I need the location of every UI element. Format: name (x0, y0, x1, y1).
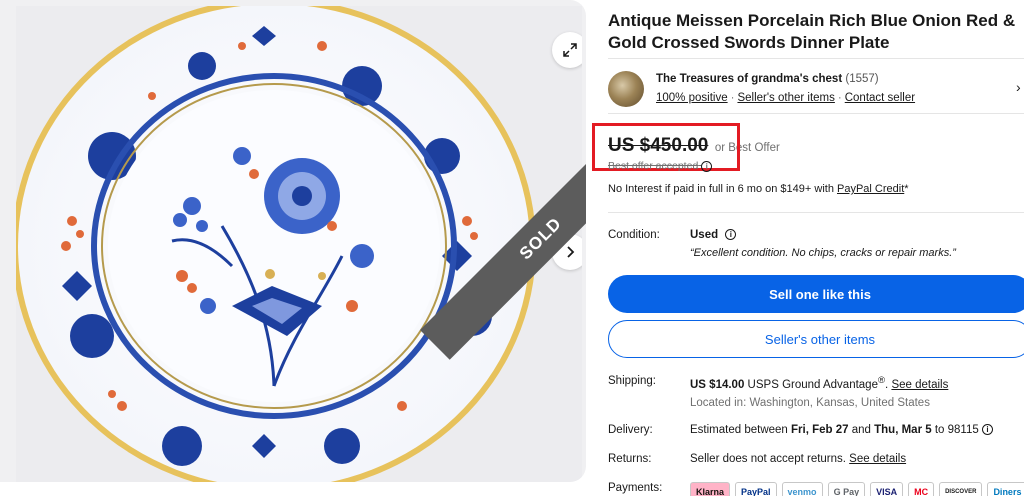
chevron-right-icon (567, 246, 575, 258)
shipping-see-details-link[interactable]: See details (891, 379, 948, 391)
shipping-label: Shipping: (608, 375, 656, 387)
expand-image-button[interactable] (552, 32, 582, 68)
plate-photo (16, 6, 536, 482)
shipping-value: US $14.00 USPS Ground Advantage®. See de… (690, 375, 948, 391)
item-price: US $450.00 (608, 135, 709, 156)
section-divider (608, 212, 1024, 213)
seller-name-line: The Treasures of grandma's chest (1557) (656, 73, 879, 85)
listing-details: Antique Meissen Porcelain Rich Blue Onio… (592, 0, 1024, 496)
delivery-prefix: Estimated between (690, 424, 792, 436)
payments-label: Payments: (608, 482, 663, 494)
main-image-frame[interactable] (16, 6, 582, 482)
discover-badge: DISCOVER (939, 482, 983, 496)
returns-see-details-link[interactable]: See details (849, 453, 906, 465)
chevron-right-icon[interactable]: › (1016, 79, 1021, 95)
condition-value: Used i (690, 229, 737, 241)
returns-text: Seller does not accept returns. (690, 453, 850, 465)
shipping-cost: US $14.00 (690, 378, 745, 391)
seller-feedback-count: (1557) (845, 73, 879, 85)
asterisk: * (904, 183, 909, 195)
separator-dot: · (730, 92, 735, 104)
payment-methods: Klarna PayPal venmo G Pay VISA MC DISCOV… (690, 482, 1024, 496)
delivery-value: Estimated between Fri, Feb 27 and Thu, M… (690, 424, 993, 436)
info-icon[interactable]: i (725, 229, 737, 241)
seller-links: 100% positive · Seller's other items · Conta… (656, 92, 915, 104)
financing-text: No Interest if paid in full in 6 mo on $… (608, 183, 909, 195)
seller-card[interactable]: The Treasures of grandma's chest (1557) … (608, 58, 1024, 114)
separator-dot: · (837, 92, 842, 104)
paypal-badge: PayPal (735, 482, 777, 496)
condition-note: “Excellent condition. No chips, cracks o… (690, 247, 956, 259)
image-gallery: SOLD (0, 0, 586, 482)
delivery-suffix: to 98115 (931, 424, 982, 436)
visa-badge: VISA (870, 482, 904, 496)
interest-text: No Interest if paid in full in 6 mo on $… (608, 183, 837, 195)
gpay-badge: G Pay (827, 482, 866, 496)
expand-arrows-icon (563, 43, 577, 57)
seller-other-items-link[interactable]: Seller's other items (737, 92, 834, 104)
shipping-service: USPS Ground Advantage (744, 378, 878, 391)
seller-other-items-button[interactable]: Seller's other items (608, 320, 1024, 358)
mastercard-badge: MC (908, 482, 935, 496)
next-image-button[interactable] (552, 234, 582, 270)
contact-seller-link[interactable]: Contact seller (845, 92, 915, 104)
paypal-credit-link[interactable]: PayPal Credit (837, 183, 904, 195)
delivery-start: Fri, Feb 27 (791, 424, 849, 436)
seller-name[interactable]: The Treasures of grandma's chest (656, 73, 842, 85)
condition-text: Used (690, 229, 719, 241)
info-icon[interactable]: i (981, 424, 993, 436)
item-location: Located in: Washington, Kansas, United S… (690, 397, 930, 409)
seller-avatar[interactable] (608, 71, 644, 107)
returns-label: Returns: (608, 453, 652, 465)
sell-one-like-this-button[interactable]: Sell one like this (608, 275, 1024, 313)
returns-value: Seller does not accept returns. See deta… (690, 453, 906, 465)
best-offer-text: Best offer accepted (608, 160, 699, 172)
registered-mark: ® (877, 375, 886, 386)
klarna-badge: Klarna (690, 482, 731, 496)
diners-badge: Diners (987, 482, 1024, 496)
delivery-end: Thu, Mar 5 (874, 424, 932, 436)
or-best-offer: or Best Offer (714, 142, 780, 154)
delivery-and: and (848, 424, 875, 436)
venmo-badge: venmo (781, 482, 823, 496)
best-offer-accepted: Best offer accepted i (608, 160, 713, 172)
condition-label: Condition: (608, 229, 660, 241)
delivery-label: Delivery: (608, 424, 653, 436)
info-icon[interactable]: i (701, 160, 713, 172)
price-row: US $450.00 or Best Offer (592, 123, 780, 171)
positive-feedback-link[interactable]: 100% positive (656, 92, 728, 104)
listing-title: Antique Meissen Porcelain Rich Blue Onio… (608, 11, 1016, 52)
